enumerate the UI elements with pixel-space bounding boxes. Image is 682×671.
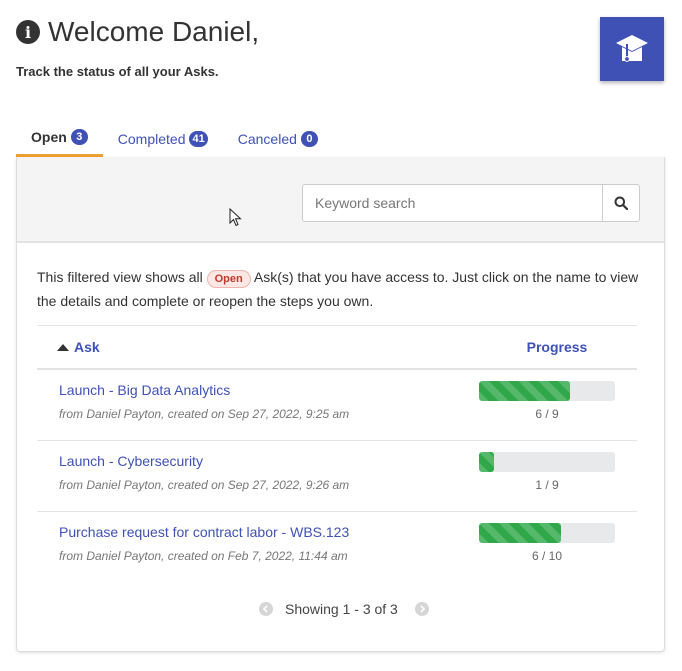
progress-fill [479, 523, 561, 543]
progress-label: 6 / 9 [535, 407, 559, 421]
info-icon: i [16, 20, 40, 44]
search-box [302, 184, 640, 222]
view-description: This filtered view shows all Open Ask(s)… [37, 265, 647, 313]
filter-bar [17, 157, 664, 243]
chevron-right-icon [420, 605, 425, 613]
tab-canceled[interactable]: Canceled 0 [223, 120, 333, 157]
pagination: Showing 1 - 3 of 3 [259, 601, 429, 617]
progress-column-header: Progress [526, 339, 588, 355]
next-page-button[interactable] [414, 602, 429, 616]
tab-count-badge: 41 [189, 130, 208, 147]
ask-column-header[interactable]: Ask [37, 339, 477, 355]
table-row: Launch - Cybersecurity from Daniel Payto… [37, 441, 637, 512]
tab-open[interactable]: Open 3 [16, 120, 103, 157]
ask-link[interactable]: Purchase request for contract labor - WB… [59, 524, 477, 540]
ask-meta: from Daniel Payton, created on Feb 7, 20… [59, 549, 348, 563]
asks-panel: This filtered view shows all Open Ask(s)… [16, 157, 665, 652]
table-row: Launch - Big Data Analytics from Daniel … [37, 370, 637, 441]
progress-fill [479, 381, 570, 401]
status-tabs: Open 3 Completed 41 Canceled 0 [16, 120, 333, 157]
progress-bar [479, 381, 615, 401]
progress-bar [479, 452, 615, 472]
page-title: Welcome Daniel, [48, 16, 260, 47]
pagination-label: Showing 1 - 3 of 3 [285, 601, 398, 617]
search-icon [614, 196, 628, 210]
ask-meta: from Daniel Payton, created on Sep 27, 2… [59, 407, 350, 421]
graduation-cap-logo-icon [600, 17, 664, 81]
tab-label: Completed [117, 130, 186, 147]
ask-meta: from Daniel Payton, created on Sep 27, 2… [59, 478, 350, 492]
ask-link[interactable]: Launch - Cybersecurity [59, 453, 477, 469]
sort-caret-up-icon [57, 343, 69, 351]
asks-table: Ask Progress Launch - Big Data Analytics… [37, 325, 637, 583]
status-badge: Open [206, 270, 251, 288]
chevron-left-icon [262, 605, 268, 613]
tab-completed[interactable]: Completed 41 [103, 120, 223, 157]
description-text-before: This filtered view shows all [37, 269, 203, 285]
tab-label: Canceled [237, 130, 297, 147]
progress-label: 1 / 9 [535, 478, 559, 492]
tab-count-badge: 0 [300, 130, 318, 147]
progress-bar [479, 523, 615, 543]
page-subtitle: Track the status of all your Asks. [16, 64, 219, 79]
progress-fill [479, 452, 495, 472]
table-row: Purchase request for contract labor - WB… [37, 512, 637, 583]
previous-page-button[interactable] [259, 602, 273, 616]
mouse-cursor-icon [229, 207, 243, 233]
tab-label: Open [31, 129, 67, 145]
tab-count-badge: 3 [70, 129, 88, 145]
table-header: Ask Progress [37, 325, 637, 370]
ask-link[interactable]: Launch - Big Data Analytics [59, 382, 477, 398]
search-input[interactable] [302, 184, 602, 222]
ask-header-label: Ask [74, 339, 100, 355]
search-button[interactable] [602, 184, 640, 222]
page-header: i Welcome Daniel, [16, 16, 259, 48]
progress-label: 6 / 10 [531, 549, 563, 563]
